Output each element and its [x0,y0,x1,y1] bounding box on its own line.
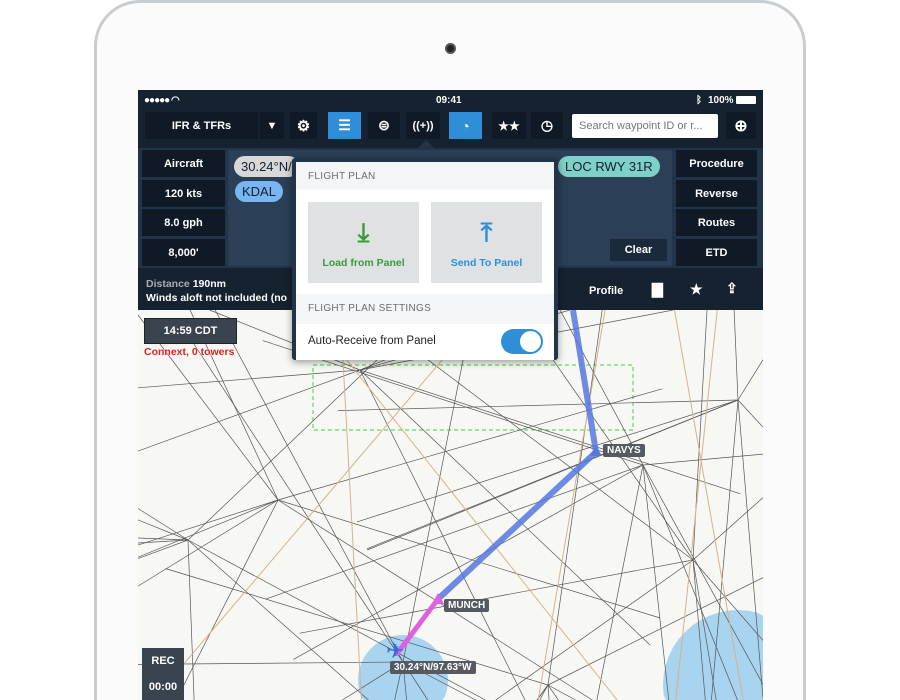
settings-section-header: FLIGHT PLAN SETTINGS [308,302,432,314]
layer-selector-button[interactable]: IFR & TFRs [145,112,258,139]
boundary-line [152,310,485,700]
airway [737,399,763,428]
status-bar: ●●●●● ◠ 09:41 ᛒ 100% [138,90,763,110]
airway [165,568,549,686]
route-chip[interactable]: KDAL [235,181,283,202]
airway [547,684,576,700]
aircraft-button[interactable]: Aircraft [142,150,225,177]
connext-radio-icon[interactable]: ((+)) [406,112,440,139]
reverse-button[interactable]: Reverse [676,180,757,207]
boundary-line [537,310,606,700]
speed-button[interactable]: 120 kts [142,180,225,207]
airway [366,399,739,550]
auto-receive-toggle[interactable] [501,329,543,354]
airway [547,684,559,700]
list-icon[interactable]: ☰ [328,112,361,139]
load-from-panel-button[interactable]: ⤓ Load from Panel [308,202,419,283]
airplane-icon: ✈ [386,638,405,663]
procedure-button[interactable]: Procedure [676,150,757,177]
airway [265,464,644,600]
search-input[interactable] [572,114,718,138]
auto-receive-label: Auto-Receive from Panel [308,335,436,347]
winds-note: Winds aloft not included (no [146,292,288,304]
flight-plan-section-header: FLIGHT PLAN [308,170,376,182]
share-icon[interactable]: ⇪ [726,280,738,297]
airway [138,369,361,452]
airway [299,559,694,634]
routes-button[interactable]: Routes [676,209,757,236]
bluetooth-icon: ᛒ [696,95,702,106]
chevron-down-icon[interactable]: ▼ [260,112,284,139]
crosshair-icon[interactable]: ⊕ [726,112,756,139]
briefcase-icon[interactable]: ▇ [652,281,663,298]
distance-value: 190nm [192,278,226,290]
airway [138,369,361,389]
waypoint-label[interactable]: NAVYS [603,444,645,457]
airway [547,310,603,686]
rec-time: 00:00 [148,681,178,693]
signal-icon: ●●●●● ◠ [144,95,180,106]
battery-icon [736,96,756,104]
chart-layer [138,310,763,700]
airway [692,497,763,561]
airway [596,464,644,700]
load-label: Load from Panel [322,257,405,269]
connext-popover: FLIGHT PLAN ⤓ Load from Panel ⤒ Send To … [292,158,558,360]
clear-button[interactable]: Clear [610,239,667,261]
airway [338,399,739,411]
rec-button[interactable]: REC [151,655,174,667]
ifr-map[interactable]: 14:59 CDT Connext, 0 towers REC 00:00 NA… [138,310,763,700]
clock-icon[interactable]: ◷ [531,112,563,139]
connext-status: Connext, 0 towers [144,346,235,358]
route-chip[interactable]: 30.24°N/ [234,156,299,177]
airway [733,310,739,401]
airway [187,539,486,700]
airway [175,499,279,700]
profile-button[interactable]: Profile [589,285,623,297]
airway [187,539,369,700]
globe-icon[interactable]: ⊜ [368,112,400,139]
airway [187,539,195,700]
favorites-icon[interactable]: ★★ [492,112,526,139]
airway [642,464,670,700]
gauge-icon[interactable]: ◔ [449,112,482,139]
send-label: Send To Panel [450,257,523,269]
star-icon[interactable]: ★ [690,281,703,298]
send-to-panel-button[interactable]: ⤒ Send To Panel [431,202,542,283]
airway [293,464,644,660]
airway [214,310,404,663]
airway [737,359,763,401]
airway [138,508,189,541]
app-screen: ●●●●● ◠ 09:41 ᛒ 100% IFR & TFRs ▼ ⚙ ☰ ⊜ … [138,90,763,700]
altitude-button[interactable]: 8,000' [142,239,225,266]
airway [359,369,651,646]
boundary-line [339,310,362,700]
gear-icon[interactable]: ⚙ [290,112,317,139]
route-chip[interactable]: LOC RWY 31R [558,156,660,177]
battery-text: 100% [708,95,734,106]
distance-label: Distance [146,278,190,290]
time-display: 14:59 CDT [144,318,237,344]
airway [642,453,763,466]
upload-icon: ⤒ [480,217,493,247]
fuel-button[interactable]: 8.0 gph [142,209,225,236]
clock-text: 09:41 [436,95,462,106]
etd-button[interactable]: ETD [676,239,757,266]
download-icon: ⤓ [357,217,370,247]
airway [547,684,550,700]
airway [138,499,279,587]
airway [183,327,404,663]
waypoint-label[interactable]: MUNCH [444,599,490,612]
airway [138,499,279,546]
camera [445,43,456,54]
